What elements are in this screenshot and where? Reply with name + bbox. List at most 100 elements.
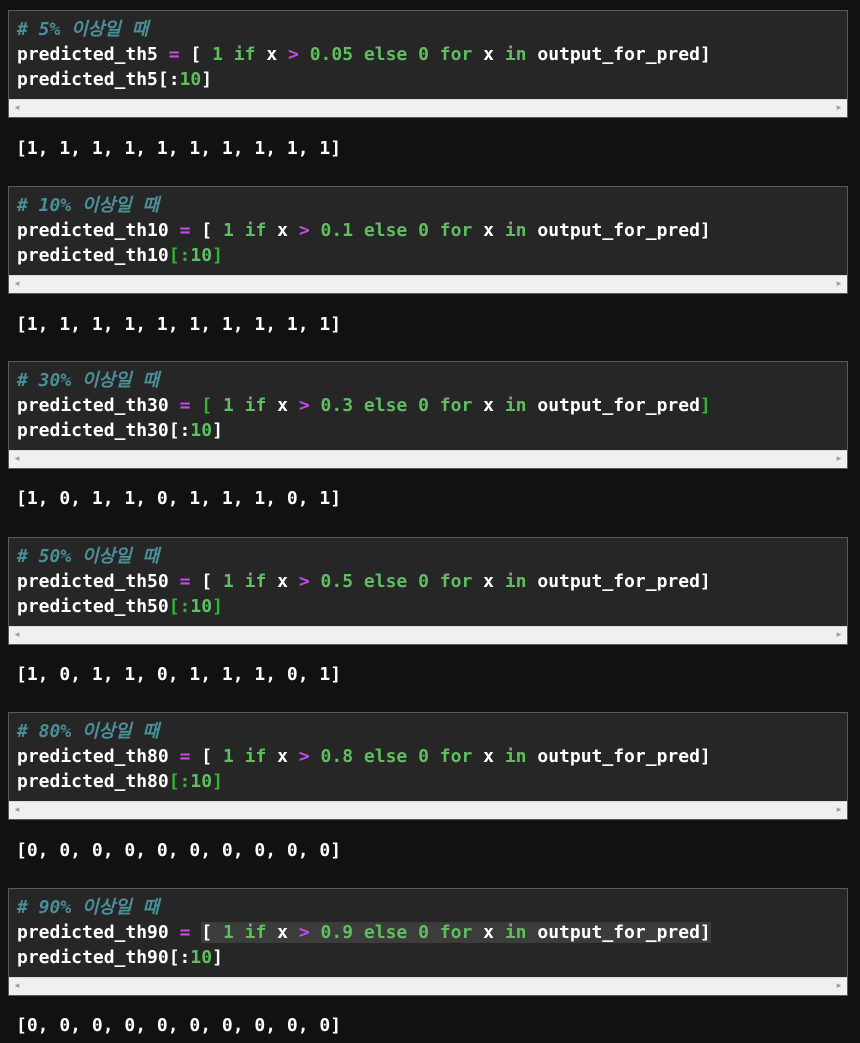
keyword-in: in — [504, 44, 527, 65]
cell-output: [1, 1, 1, 1, 1, 1, 1, 1, 1, 1] — [16, 138, 342, 159]
slice-number: 10 — [179, 69, 202, 90]
keyword-else: else — [363, 746, 408, 767]
cell-output: [1, 1, 1, 1, 1, 1, 1, 1, 1, 1] — [16, 314, 342, 335]
code-editor[interactable]: # 80% 이상일 때 predicted_th80 = [ 1 if x > … — [9, 713, 847, 801]
scroll-left-icon[interactable]: ◂ — [9, 100, 25, 117]
open-bracket: [ — [201, 220, 213, 241]
threshold-value: 0.1 — [320, 220, 354, 241]
code-line: predicted_th80[:10] — [17, 769, 839, 794]
iterable-name: output_for_pred — [537, 571, 700, 592]
code-cell[interactable]: # 10% 이상일 때 predicted_th10 = [ 1 if x > … — [8, 186, 848, 294]
slice-number: 10 — [190, 771, 213, 792]
threshold-value: 0.3 — [320, 395, 354, 416]
variable-name: predicted_th50 — [17, 596, 169, 617]
code-cell[interactable]: # 80% 이상일 때 predicted_th80 = [ 1 if x > … — [8, 712, 848, 820]
code-editor[interactable]: # 90% 이상일 때 predicted_th90 = [ 1 if x > … — [9, 889, 847, 977]
horizontal-scrollbar[interactable]: ◂ ▸ — [9, 977, 847, 995]
assign-operator: = — [179, 571, 191, 592]
horizontal-scrollbar[interactable]: ◂ ▸ — [9, 450, 847, 468]
close-bracket: ] — [699, 922, 711, 943]
assign-operator: = — [179, 922, 191, 943]
scroll-right-icon[interactable]: ▸ — [831, 978, 847, 995]
horizontal-scrollbar[interactable]: ◂ ▸ — [9, 275, 847, 293]
slice-number: 10 — [190, 596, 213, 617]
variable-name: predicted_th30 — [17, 395, 169, 416]
code-cell[interactable]: # 30% 이상일 때 predicted_th30 = [ 1 if x > … — [8, 361, 848, 469]
keyword-if: if — [244, 220, 267, 241]
keyword-if: if — [244, 395, 267, 416]
horizontal-scrollbar[interactable]: ◂ ▸ — [9, 99, 847, 117]
keyword-for: for — [439, 922, 473, 943]
code-editor[interactable]: # 5% 이상일 때 predicted_th5 = [ 1 if x > 0.… — [9, 11, 847, 99]
scroll-left-icon[interactable]: ◂ — [9, 802, 25, 819]
code-comment: # 10% 이상일 때 — [17, 195, 160, 216]
slice-number: 10 — [190, 947, 213, 968]
iterable-name: output_for_pred — [537, 220, 700, 241]
loop-variable: x — [277, 220, 288, 241]
scroll-left-icon[interactable]: ◂ — [9, 276, 25, 293]
keyword-in: in — [504, 395, 527, 416]
code-editor[interactable]: # 50% 이상일 때 predicted_th50 = [ 1 if x > … — [9, 538, 847, 626]
compare-operator: > — [298, 220, 310, 241]
threshold-value: 0.9 — [320, 922, 354, 943]
assign-operator: = — [179, 395, 191, 416]
code-editor[interactable]: # 10% 이상일 때 predicted_th10 = [ 1 if x > … — [9, 187, 847, 275]
code-cell[interactable]: # 5% 이상일 때 predicted_th5 = [ 1 if x > 0.… — [8, 10, 848, 118]
slice-open: [: — [168, 596, 191, 617]
code-line: predicted_th50[:10] — [17, 594, 839, 619]
cell-output: [0, 0, 0, 0, 0, 0, 0, 0, 0, 0] — [16, 1015, 342, 1036]
slice-number: 10 — [190, 420, 213, 441]
close-bracket: ] — [699, 395, 711, 416]
loop-variable: x — [483, 746, 494, 767]
keyword-else: else — [363, 220, 408, 241]
code-line: predicted_th10[:10] — [17, 243, 839, 268]
slice-number: 10 — [190, 245, 213, 266]
cell-output: [1, 0, 1, 1, 0, 1, 1, 1, 0, 1] — [16, 664, 342, 685]
code-comment: # 5% 이상일 때 — [17, 19, 149, 40]
keyword-if: if — [244, 746, 267, 767]
variable-name: predicted_th80 — [17, 771, 169, 792]
iterable-name: output_for_pred — [537, 746, 700, 767]
slice-close: ] — [212, 947, 223, 968]
open-bracket: [ — [201, 922, 213, 943]
slice-close: ] — [212, 771, 223, 792]
assign-operator: = — [179, 746, 191, 767]
loop-variable: x — [277, 922, 288, 943]
code-line: predicted_th90 = [ 1 if x > 0.9 else 0 f… — [17, 920, 839, 945]
scroll-right-icon[interactable]: ▸ — [831, 100, 847, 117]
scroll-right-icon[interactable]: ▸ — [831, 451, 847, 468]
number-literal: 0 — [418, 395, 429, 416]
horizontal-scrollbar[interactable]: ◂ ▸ — [9, 626, 847, 644]
scroll-right-icon[interactable]: ▸ — [831, 802, 847, 819]
compare-operator: > — [288, 44, 299, 65]
code-cell[interactable]: # 90% 이상일 때 predicted_th90 = [ 1 if x > … — [8, 888, 848, 996]
assign-operator: = — [168, 44, 180, 65]
horizontal-scrollbar[interactable]: ◂ ▸ — [9, 801, 847, 819]
scroll-right-icon[interactable]: ▸ — [831, 627, 847, 644]
keyword-else: else — [363, 922, 408, 943]
compare-operator: > — [298, 746, 310, 767]
code-cell[interactable]: # 50% 이상일 때 predicted_th50 = [ 1 if x > … — [8, 537, 848, 645]
loop-variable: x — [277, 746, 288, 767]
close-bracket: ] — [699, 571, 711, 592]
variable-name: predicted_th80 — [17, 746, 169, 767]
code-line: predicted_th10 = [ 1 if x > 0.1 else 0 f… — [17, 218, 839, 243]
close-bracket: ] — [699, 746, 711, 767]
number-literal: 1 — [222, 395, 234, 416]
slice-open: [: — [168, 771, 191, 792]
compare-operator: > — [298, 395, 310, 416]
keyword-else: else — [363, 571, 408, 592]
keyword-if: if — [244, 571, 267, 592]
code-editor[interactable]: # 30% 이상일 때 predicted_th30 = [ 1 if x > … — [9, 362, 847, 450]
scroll-left-icon[interactable]: ◂ — [9, 978, 25, 995]
code-line: predicted_th50 = [ 1 if x > 0.5 else 0 f… — [17, 569, 839, 594]
loop-variable: x — [266, 44, 278, 65]
scroll-right-icon[interactable]: ▸ — [831, 276, 847, 293]
iterable-name: output_for_pred — [537, 922, 700, 943]
keyword-for: for — [439, 44, 473, 65]
scroll-left-icon[interactable]: ◂ — [9, 451, 25, 468]
number-literal: 1 — [222, 746, 234, 767]
number-literal: 1 — [222, 220, 234, 241]
iterable-name: output_for_pred — [537, 44, 700, 65]
scroll-left-icon[interactable]: ◂ — [9, 627, 25, 644]
